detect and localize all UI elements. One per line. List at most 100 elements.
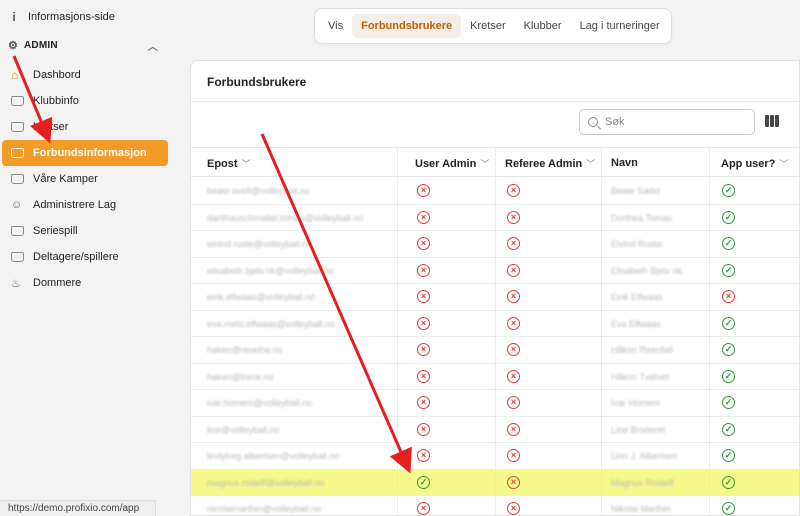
info-icon: i [12,10,16,24]
table-row[interactable]: nicolaimarthin@volleyball.no × × Nikolai Ma… [191,496,799,515]
table-row[interactable]: beate.ovelt@volleyball.no × × Beate Sælid ✓ [191,178,799,205]
chevron-down-icon: ﹀ [586,159,596,169]
name-cell: Eva Elfwaas [611,318,661,329]
sidebar-item-label: Våre Kamper [33,173,98,185]
name-cell: Beate Sælid [611,186,661,196]
search-input[interactable] [605,116,735,128]
user-admin-cross-icon: × [417,263,430,277]
sidebar-item-vare-kamper[interactable]: Våre Kamper [2,166,168,192]
column-header-app-user[interactable]: App user? ﹀ [721,157,788,170]
referee-admin-cross-icon: × [507,237,520,250]
sidebar-item-klubbinfo[interactable]: Klubbinfo [2,88,168,114]
name-cell: Håkon Tvetvet [611,371,669,382]
app-user-check-icon: ✓ [722,237,735,250]
user-admin-cross-icon: × [417,343,430,356]
email-cell: einind.ruste@volleyball.no [207,239,313,249]
email-cell: danthauschmaller.tomas@volleyball.no [207,212,364,223]
chevron-up-icon[interactable]: ︿ [148,38,158,53]
folder-icon [11,174,24,184]
chevron-down-icon: ﹀ [480,159,490,169]
tab-forbundsbrukere[interactable]: Forbundsbrukere [352,14,462,38]
folder-icon [11,122,24,132]
name-cell: Nikolai Marthin [611,504,671,514]
name-cell: Dorthea Tomas [611,212,672,223]
column-header-navn[interactable]: Navn [611,157,638,169]
table-row[interactable]: line@volleyball.no × × Line Broderet ✓ [191,417,799,443]
column-header-user-admin[interactable]: User Admin ﹀ [415,157,489,170]
table-row[interactable]: danthauschmaller.tomas@volleyball.no × × Do… [191,205,799,231]
table-row[interactable]: elisabeth.bjelv.rik@volleyball.no × × Elisa… [191,258,799,284]
email-cell: beate.ovelt@volleyball.no [207,186,310,196]
email-cell: haken@trene.no [207,371,274,382]
name-cell: Elisabeth Bjelv rik [611,265,683,276]
sidebar-item-label: Dashbord [33,69,81,81]
app-user-check-icon: ✓ [722,263,735,277]
tab-kretser[interactable]: Kretser [461,14,514,38]
sidebar-item-forbundsinformasjon[interactable]: Forbundsinformasjon [2,140,168,166]
table-row[interactable]: einind.ruste@volleyball.no × × Eivind Rustø… [191,231,799,258]
email-cell: eirik.elfwaas@volleyball.no [207,292,316,302]
table-row[interactable]: eva.mets.elfwaas@volleyball.no × × Eva Elfw… [191,311,799,337]
sidebar-nav: ⌂ Dashbord Klubbinfo Kretser Forbundsinf… [2,62,168,296]
columns-toggle-icon[interactable] [765,115,780,127]
email-cell: magnus.rosleff@volleyball.no [207,477,325,488]
column-header-label: Epost [207,158,238,170]
tab-vis[interactable]: Vis [319,14,352,38]
column-header-label: User Admin [415,158,477,170]
email-cell: eva.mets.elfwaas@volleyball.no [207,318,336,329]
sidebar-section-admin[interactable]: ⚙ ADMIN ︿ [8,38,158,53]
sidebar-item-dashbord[interactable]: ⌂ Dashbord [2,62,168,88]
sidebar-item-label: Administrere Lag [33,199,117,211]
sidebar: i Informasjons-side ⚙ ADMIN ︿ ⌂ Dashbord… [0,0,176,516]
user-admin-cross-icon: × [417,184,430,197]
status-bar-url: https://demo.profixio.com/app [0,500,156,516]
referee-admin-cross-icon: × [507,502,520,515]
search-box[interactable] [579,109,755,135]
sidebar-item-label: Dommere [33,277,82,289]
sidebar-item-dommere[interactable]: ♨ Dommere [2,270,168,296]
user-admin-cross-icon: × [417,316,430,330]
sidebar-admin-label: ADMIN [24,40,58,51]
app-user-check-icon: ✓ [722,184,735,197]
sidebar-item-seriespill[interactable]: Seriespill [2,218,168,244]
user-admin-cross-icon: × [417,422,430,436]
sidebar-item-kretser[interactable]: Kretser [2,114,168,140]
search-icon [588,117,598,127]
email-cell: haken@reveiha.no [207,345,283,355]
table-row[interactable]: ivar.homem@volleyball.no × × Ivar Homem ✓ [191,390,799,417]
app-user-check-icon: ✓ [722,475,735,489]
email-cell: line@volleyball.no [207,424,280,435]
people-icon: ☺ [11,199,23,211]
divider [191,101,799,102]
app-user-check-icon: ✓ [722,316,735,330]
sidebar-item-label: Klubbinfo [33,95,79,107]
referee-admin-cross-icon: × [507,343,520,356]
sidebar-info-label: Informasjons-side [28,11,115,23]
column-header-referee-admin[interactable]: Referee Admin ﹀ [505,157,595,170]
table-row[interactable]: eirik.elfwaas@volleyball.no × × Eirik Elfwa… [191,284,799,311]
gear-icon: ⚙ [8,40,19,52]
referee-admin-cross-icon: × [507,396,520,409]
user-admin-cross-icon: × [417,237,430,250]
sidebar-item-informasjons-side[interactable]: i Informasjons-side [8,10,115,24]
whistle-icon: ♨ [11,277,21,290]
tab-klubber[interactable]: Klubber [515,14,571,38]
column-header-label: App user? [721,158,776,170]
tab-lag-i-turneringer[interactable]: Lag i turneringer [571,14,669,38]
table-row[interactable]: haken@trene.no × × Håkon Tvetvet ✓ [191,364,799,390]
app-user-check-icon: ✓ [722,502,735,515]
sidebar-item-label: Kretser [33,121,69,133]
table-row[interactable]: lindytreg.albertsen@volleyball.no × × Linn … [191,443,799,470]
user-admin-cross-icon: × [417,396,430,409]
panel-title: Forbundsbrukere [207,75,307,89]
sidebar-item-deltagere-spillere[interactable]: Deltagere/spillere [2,244,168,270]
user-admin-cross-icon: × [417,369,430,383]
name-cell: Ivar Homem [611,398,661,408]
column-header-label: Referee Admin [505,158,583,170]
table-row[interactable]: haken@reveiha.no × × Håkon Reenfall ✓ [191,337,799,364]
table-row[interactable]: magnus.rosleff@volleyball.no ✓ × Magnus Ros… [191,469,799,496]
referee-admin-cross-icon: × [507,449,520,462]
column-header-epost[interactable]: Epost ﹀ [207,157,251,170]
sidebar-item-administrere-lag[interactable]: ☺ Administrere Lag [2,192,168,218]
email-cell: lindytreg.albertsen@volleyball.no [207,451,340,461]
